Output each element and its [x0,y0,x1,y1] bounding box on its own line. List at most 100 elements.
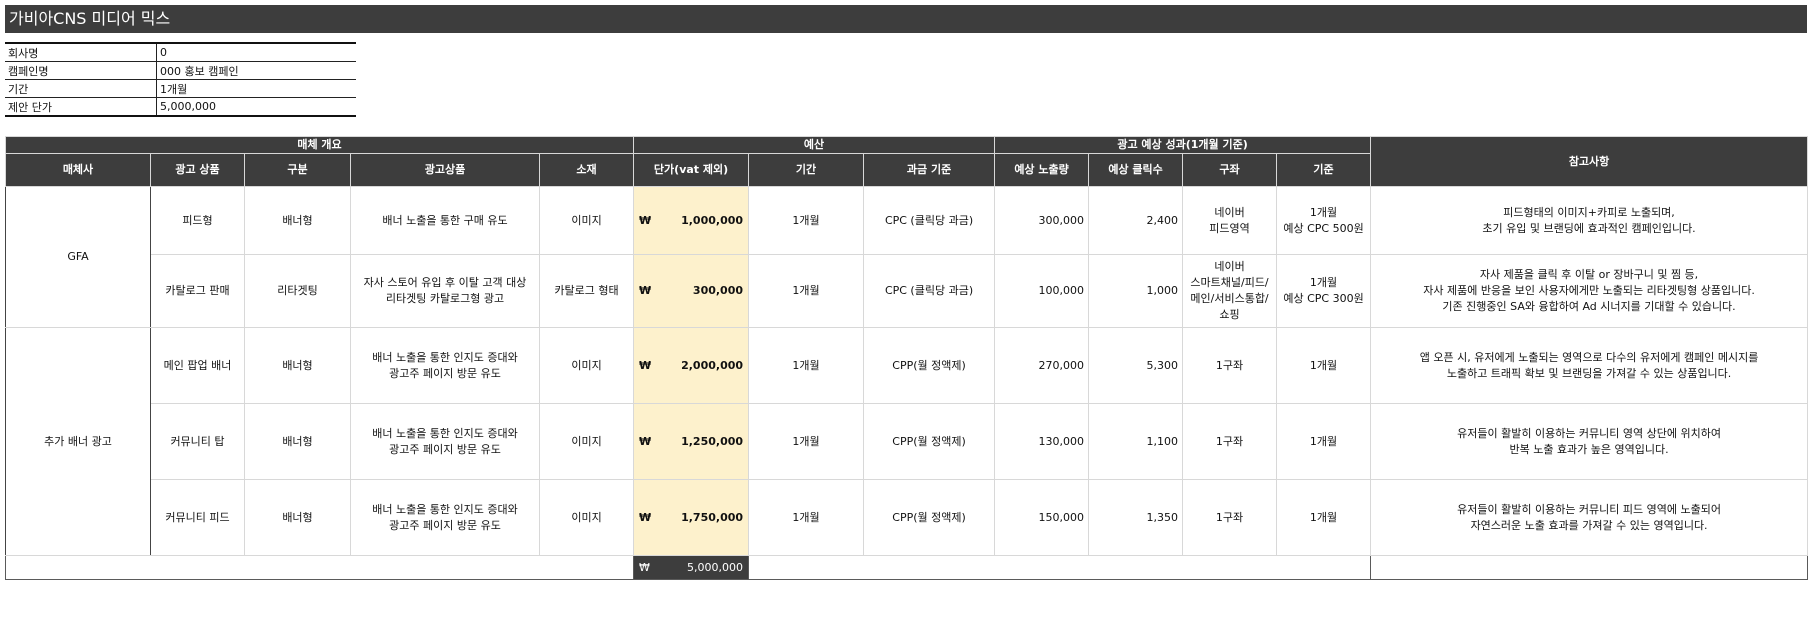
price-wrap: ₩300,000 [638,283,744,299]
info-label: 제안 단가 [5,97,157,117]
info-value: 0 [156,42,356,62]
creative: 이미지 [538,479,635,556]
basis: 1개월 [1276,327,1372,404]
price-amount: 1,000,000 [681,213,744,227]
price-amount: 300,000 [692,284,744,297]
table-row: 커뮤니티 탑 배너형 배너 노출을 통한 인지도 증대와 광고주 페이지 방문 유도 이… [6,403,1809,480]
billing-basis: CPC (클릭당 과금) [863,186,996,255]
cell-line: 자연스러운 노출 효과를 가져갈 수 있는 영역입니다. [1470,518,1708,532]
cell-line: 예상 CPC 300원 [1283,292,1364,305]
cell-line: 1개월 [1309,205,1338,219]
unit-price: ₩2,000,000 [633,327,750,404]
info-value: 000 홍보 캠페인 [156,61,356,80]
billing-basis: CPP(월 정액제) [863,327,996,404]
clicks: 5,300 [1088,327,1184,404]
column-header: 광고 상품 [150,153,245,187]
billing-basis: CPP(월 정액제) [863,479,996,556]
slot: 네이버 스마트채널/피드/메인/서비스통합/쇼핑 [1182,254,1278,328]
unit-price: ₩300,000 [633,254,750,328]
cell-line: 배너 노출을 통한 인지도 증대와 [372,350,518,364]
ad-description: 배너 노출을 통한 인지도 증대와 광고주 페이지 방문 유도 [350,479,540,556]
cell-line: 쇼핑 [1219,308,1240,321]
cell-line: 자사 스토어 유입 후 이탈 고객 대상 [363,276,527,289]
ad-description: 자사 스토어 유입 후 이탈 고객 대상 리타겟팅 카탈로그형 광고 [350,254,540,328]
total-dash: - [748,555,1372,580]
note: 자사 제품을 클릭 후 이탈 or 장바구니 및 찜 등, 자사 제품에 반응을 … [1370,254,1809,328]
basis: 1개월 [1276,403,1372,480]
impressions: 100,000 [994,254,1090,328]
slot: 네이버 피드영역 [1182,186,1278,255]
cell-line: 예상 CPC 500원 [1283,221,1364,235]
currency-symbol: ₩ [639,213,652,227]
impressions: 130,000 [994,403,1090,480]
ad-type: 배너형 [244,327,351,404]
cell-line: 네이버 [1214,205,1245,219]
info-value: 1개월 [156,79,356,98]
cell-line: 1개월 [1309,358,1338,372]
column-header-notes: 참고사항 [1370,136,1809,187]
campaign-info-table: 회사명 0 캠페인명 000 홍보 캠페인 기간 1개월 제안 단가 5,000,000 [5,42,356,117]
media-name: 추가 배너 광고 [5,327,151,556]
clicks: 1,100 [1088,403,1184,480]
info-row: 제안 단가 5,000,000 [5,97,356,117]
price-amount: 1,250,000 [681,434,744,448]
cell-line: 반복 노출 효과가 높은 영역입니다. [1509,442,1669,456]
cell-line: 배너 노출을 통한 구매 유도 [382,213,508,227]
ad-type: 배너형 [244,403,351,480]
media-name: GFA [5,186,151,328]
ad-type: 배너형 [244,186,351,255]
info-row: 기간 1개월 [5,79,356,98]
column-header: 과금 기준 [863,153,996,187]
clicks: 1,000 [1088,254,1184,328]
currency-symbol: ₩ [639,434,652,448]
period: 1개월 [748,479,865,556]
cell-line: 1개월 [1309,276,1338,289]
total-amount: ₩5,000,000 [633,555,750,580]
cell-line: 자사 제품을 클릭 후 이탈 or 장바구니 및 찜 등, [1479,268,1699,281]
column-header: 기준 [1276,153,1372,187]
note: 앱 오픈 시, 유저에게 노출되는 영역으로 다수의 유저에게 캠페인 메시지를… [1370,327,1809,404]
cell-line: 피드형태의 이미지+카피로 노출되며, [1503,205,1675,219]
cell-line: 1개월 [1309,510,1338,524]
table-row: 커뮤니티 피드 배너형 배너 노출을 통한 인지도 증대와 광고주 페이지 방문 유도… [6,479,1809,556]
column-header: 예상 클릭수 [1088,153,1184,187]
info-value: 5,000,000 [156,97,356,117]
creative: 이미지 [538,403,635,480]
ad-product: 커뮤니티 피드 [150,479,245,556]
cell-line: 앱 오픈 시, 유저에게 노출되는 영역으로 다수의 유저에게 캠페인 메시지를 [1419,350,1759,364]
creative: 이미지 [538,186,635,255]
info-label: 회사명 [5,42,157,62]
ad-description: 배너 노출을 통한 구매 유도 [350,186,540,255]
period: 1개월 [748,327,865,404]
info-label: 캠페인명 [5,61,157,80]
billing-basis: CPP(월 정액제) [863,403,996,480]
clicks: 1,350 [1088,479,1184,556]
unit-price: ₩1,250,000 [633,403,750,480]
ad-description: 배너 노출을 통한 인지도 증대와 광고주 페이지 방문 유도 [350,403,540,480]
table-row: GFA 피드형 배너형 배너 노출을 통한 구매 유도 이미지 ₩1,000,000 1개월… [5,186,1809,328]
price-wrap: ₩1,250,000 [638,434,744,450]
currency-symbol: ₩ [639,284,652,297]
impressions: 270,000 [994,327,1090,404]
column-header: 소재 [538,153,635,187]
info-row: 캠페인명 000 홍보 캠페인 [5,61,356,80]
table-row: 추가 배너 광고 메인 팝업 배너 배너형 배너 노출을 통한 인지도 증대와 광고주 … [5,327,1809,556]
price-wrap: ₩1,000,000 [638,213,744,229]
cell-line: 광고주 페이지 방문 유도 [389,518,501,532]
ad-type: 배너형 [244,479,351,556]
cell-line: 1구좌 [1215,434,1244,448]
creative: 이미지 [538,327,635,404]
creative: 카탈로그 형태 [538,254,635,328]
impressions: 300,000 [994,186,1090,255]
price-wrap: ₩2,000,000 [638,358,744,374]
column-header: 구좌 [1182,153,1278,187]
column-header: 광고상품 [350,153,540,187]
cell-line: 메인/서비스통합/ [1190,292,1269,305]
slot: 1구좌 [1182,403,1278,480]
ad-product: 피드형 [150,186,245,255]
column-header: 단가(vat 제외) [633,153,750,187]
note: 피드형태의 이미지+카피로 노출되며, 초기 유입 및 브랜딩에 효과적인 캠페인… [1370,186,1809,255]
unit-price: ₩1,000,000 [633,186,750,255]
cell-line: 1개월 [1309,434,1338,448]
group-header-performance: 광고 예상 성과(1개월 기준) [994,136,1372,154]
